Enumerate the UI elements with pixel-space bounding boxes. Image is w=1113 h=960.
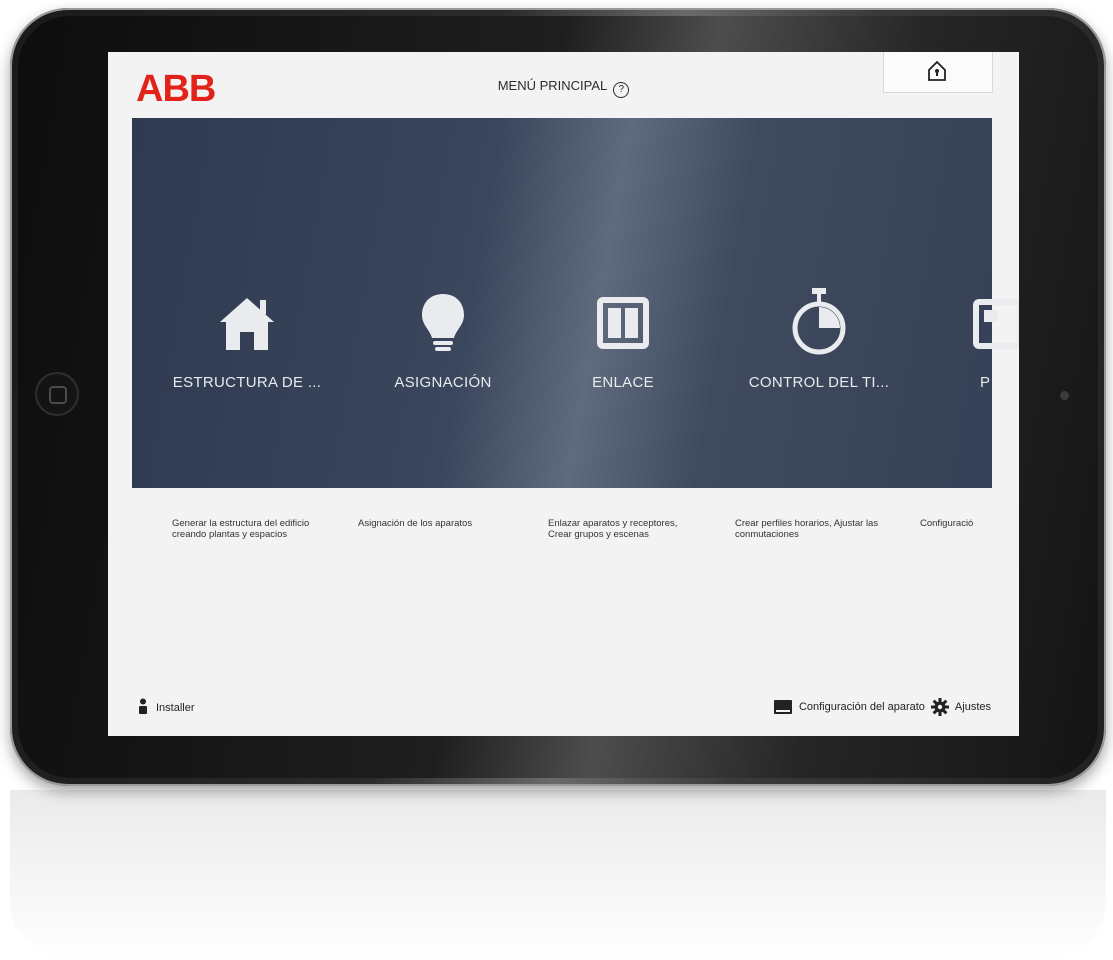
home-tab-button[interactable] [883, 52, 993, 93]
house-icon [212, 288, 282, 358]
device-config-label: Configuración del aparato [798, 701, 925, 713]
device-config-button[interactable]: Configuración del aparato [773, 699, 925, 715]
gear-icon [930, 698, 949, 716]
tile-label: P [980, 374, 991, 391]
device-icon [773, 700, 792, 714]
tile-label: CONTROL DEL TI... [748, 374, 890, 391]
home-hardware-button[interactable] [35, 372, 79, 416]
settings-button[interactable]: Ajustes [930, 698, 991, 716]
settings-label: Ajustes [954, 701, 991, 713]
tile-label: ESTRUCTURA DE ... [172, 374, 322, 391]
tile-description: Enlazar aparatos y receptores, Crear gru… [548, 518, 678, 540]
tablet-reflection [10, 790, 1106, 960]
tile-control-tiempo[interactable]: CONTROL DEL TI... [724, 288, 914, 391]
camera-dot [1060, 391, 1069, 400]
user-indicator[interactable]: Installer [138, 698, 195, 714]
panel-icon [970, 288, 1019, 358]
switch-icon [588, 288, 658, 358]
lightbulb-icon [408, 288, 478, 358]
tile-asignacion[interactable]: ASIGNACIÓN [348, 288, 538, 391]
screen: ABB MENÚ PRINCIPAL? ESTRUCTURA DE ... AS… [108, 52, 1019, 736]
tile-label: ENLACE [592, 374, 654, 391]
tile-description: Asignación de los aparatos [358, 518, 473, 529]
tile-estructura[interactable]: ESTRUCTURA DE ... [152, 288, 342, 391]
user-icon [139, 698, 147, 714]
tile-description: Crear perfiles horarios, Ajustar las con… [735, 518, 879, 540]
tile-partial[interactable]: P [914, 288, 1019, 391]
user-label: Installer [156, 702, 195, 714]
tile-description: Generar la estructura del edificio crean… [172, 518, 310, 540]
tile-enlace[interactable]: ENLACE [528, 288, 718, 391]
help-icon[interactable]: ? [613, 82, 630, 98]
main-menu-panel: ESTRUCTURA DE ... ASIGNACIÓN ENLACE CONT… [132, 118, 1019, 488]
footer-actions: Configuración del aparato Ajustes [773, 698, 991, 716]
tile-description: Configuració [920, 518, 974, 529]
page-title-text: MENÚ PRINCIPAL [497, 78, 608, 93]
stopwatch-icon [784, 288, 854, 358]
tile-label: ASIGNACIÓN [394, 374, 492, 391]
house-lock-icon [928, 61, 946, 81]
